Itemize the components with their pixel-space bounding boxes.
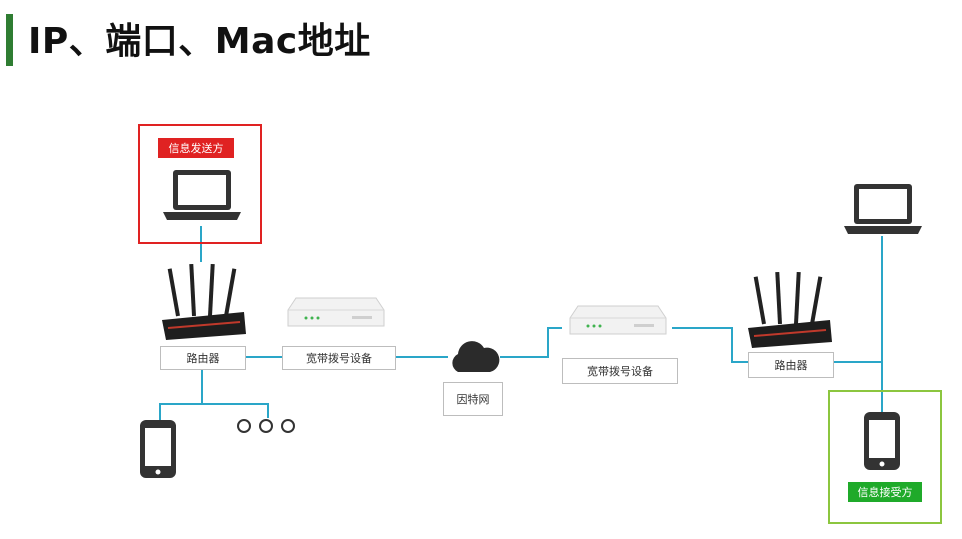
router-icon: [748, 271, 832, 348]
laptop-icon: [163, 170, 241, 220]
more-devices-icon: [237, 419, 295, 433]
router-icon: [162, 263, 246, 340]
modem-icon: [569, 305, 667, 335]
laptop-icon: [844, 184, 922, 234]
modem-icon: [287, 297, 385, 327]
link-router-phone: [159, 370, 203, 422]
internet-label: 因特网: [443, 382, 503, 416]
cloud-icon: [452, 341, 500, 372]
link-internet-modem2: [500, 327, 562, 358]
router-left-label: 路由器: [160, 346, 246, 370]
phone-icon: [140, 420, 176, 478]
link-modem2-router2: [672, 327, 748, 363]
router-right-label: 路由器: [748, 352, 834, 378]
modem-left-label: 宽带拨号设备: [282, 346, 396, 370]
network-diagram: 信息发送方 路由器 宽带拨号设备 因特网 宽带拨号设备 路由器 信息接受方: [0, 0, 962, 539]
receiver-tag: 信息接受方: [848, 482, 922, 502]
phone-icon: [864, 412, 900, 470]
modem-right-label: 宽带拨号设备: [562, 358, 678, 384]
sender-tag: 信息发送方: [158, 138, 234, 158]
